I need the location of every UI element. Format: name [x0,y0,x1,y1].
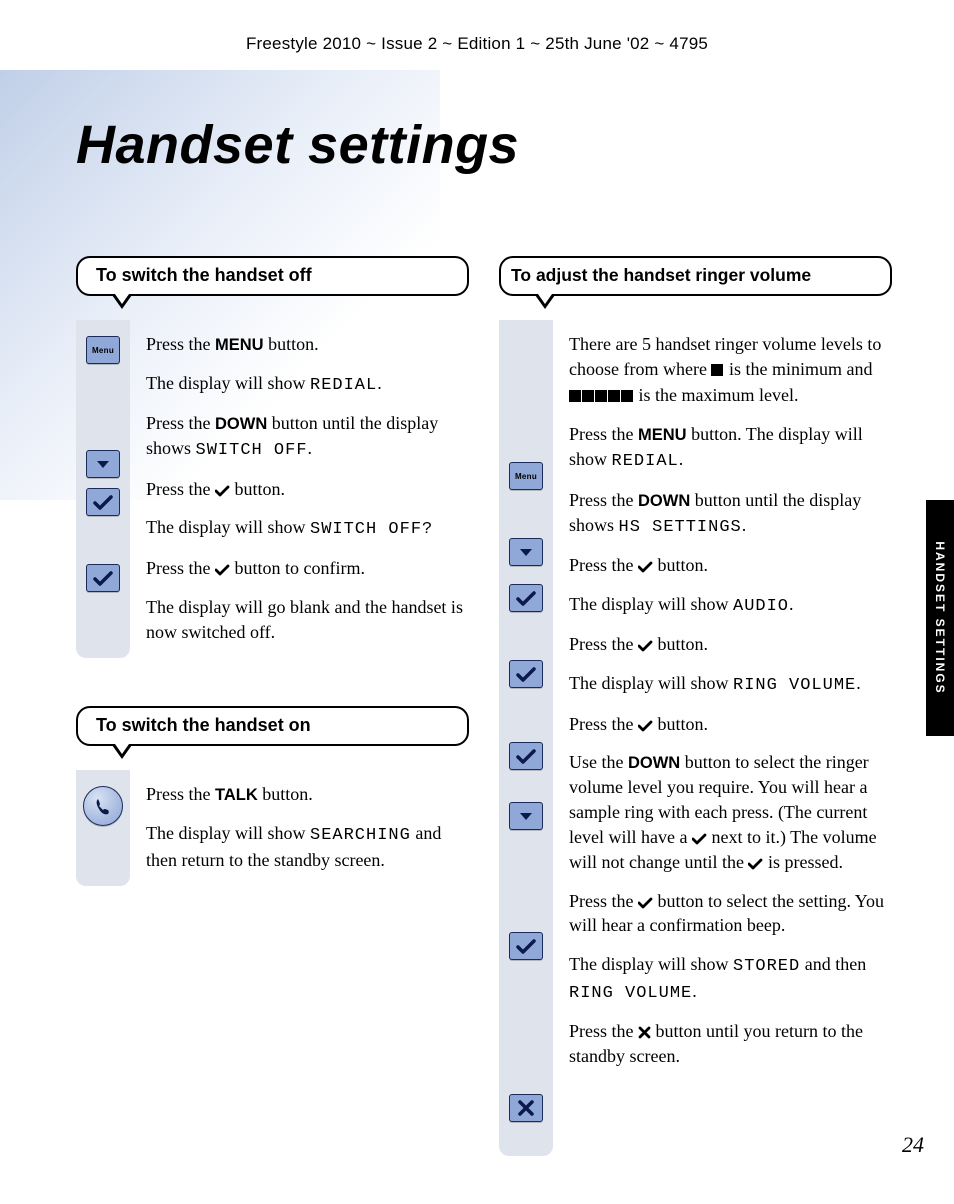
check-icon [748,858,763,870]
check-button-icon [509,660,543,688]
callout-pointer-icon [112,295,132,309]
down-button-icon [509,538,543,566]
section-switch-off: To switch the handset off Menu Press the… [76,256,469,658]
cross-icon [638,1026,651,1039]
callout-pointer-icon [535,295,555,309]
page-title: Handset settings [76,114,954,176]
section-ringer-volume: To adjust the handset ringer volume Menu [499,256,892,1156]
check-icon [215,564,230,576]
section-title: To switch the handset off [76,256,469,296]
page-header: Freestyle 2010 ~ Issue 2 ~ Edition 1 ~ 2… [0,0,954,54]
check-button-icon [509,584,543,612]
check-button-icon [86,564,120,592]
side-tab-label: HANDSET SETTINGS [933,541,947,694]
menu-button-icon: Menu [509,462,543,490]
check-button-icon [86,488,120,516]
section-title: To switch the handset on [76,706,469,746]
button-gutter [76,770,130,886]
cross-button-icon [509,1094,543,1122]
check-button-icon [509,932,543,960]
down-button-icon [509,802,543,830]
section-title: To adjust the handset ringer volume [499,256,892,296]
step-text: Press the MENU button. The display will … [130,320,469,658]
callout-pointer-icon [112,745,132,759]
check-icon [638,640,653,652]
check-icon [638,897,653,909]
down-button-icon [86,450,120,478]
section-switch-on: To switch the handset on Press the TALK … [76,706,469,886]
step-text: There are 5 handset ringer volume levels… [553,320,892,1156]
check-icon [638,561,653,573]
button-gutter: Menu [76,320,130,658]
check-button-icon [509,742,543,770]
menu-button-icon: Menu [86,336,120,364]
check-icon [692,833,707,845]
check-icon [215,485,230,497]
page-number: 24 [902,1132,924,1158]
check-icon [638,720,653,732]
side-thumb-tab: HANDSET SETTINGS [926,500,954,736]
talk-button-icon [83,786,123,826]
volume-min-icon [711,358,724,383]
volume-max-icon [569,384,634,409]
step-text: Press the TALK button. The display will … [130,770,469,886]
button-gutter: Menu [499,320,553,1156]
